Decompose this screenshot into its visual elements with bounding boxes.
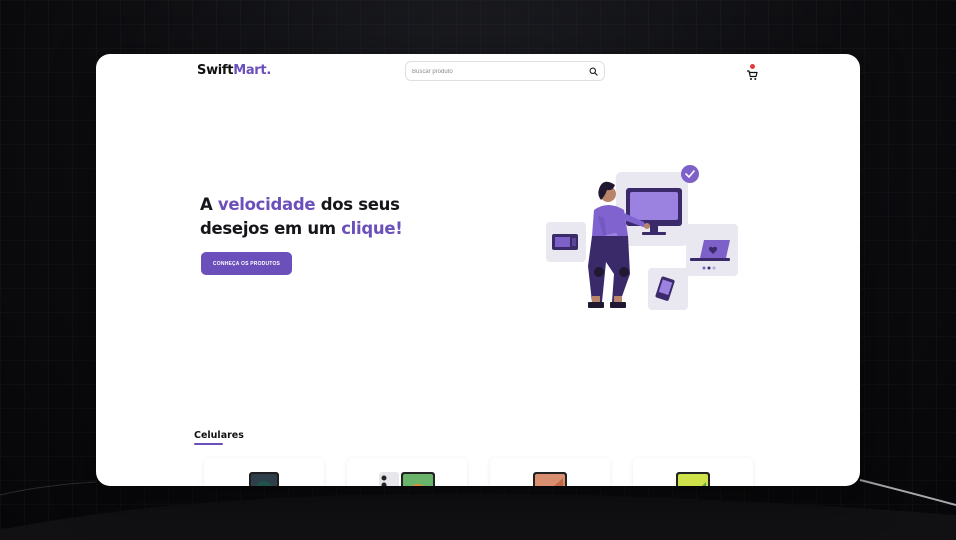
section-title: Celulares [194,430,244,441]
logo[interactable]: SwiftMart. [197,63,271,78]
phone-image [249,472,279,486]
logo-main: Swift [197,63,234,78]
search-input[interactable] [412,67,582,76]
cart-badge [750,64,755,69]
hero-illustration [546,165,738,310]
product-card[interactable] [347,458,467,486]
hero-title-highlight: clique! [341,219,403,238]
product-card[interactable] [633,458,753,486]
shop-products-button[interactable]: CONHEÇA OS PRODUTOS [201,252,292,275]
phone-image [533,472,567,486]
search-bar [405,61,605,81]
search-icon[interactable] [589,67,598,76]
product-card[interactable] [490,458,610,486]
phone-image [379,472,435,486]
hero-title-highlight: velocidade [217,195,316,214]
phone-image [676,472,710,486]
product-card[interactable] [204,458,324,486]
section-underline [194,443,223,445]
logo-accent: Mart. [233,63,271,78]
hero-title: A velocidade dos seus desejos em um cliq… [200,193,460,241]
hero-title-text: A [200,195,218,214]
browser-window: SwiftMart. A velocidade dos seus desejos… [96,54,860,486]
navbar: SwiftMart. [96,54,860,88]
cart-button[interactable] [746,64,758,80]
cart-icon [747,70,758,80]
